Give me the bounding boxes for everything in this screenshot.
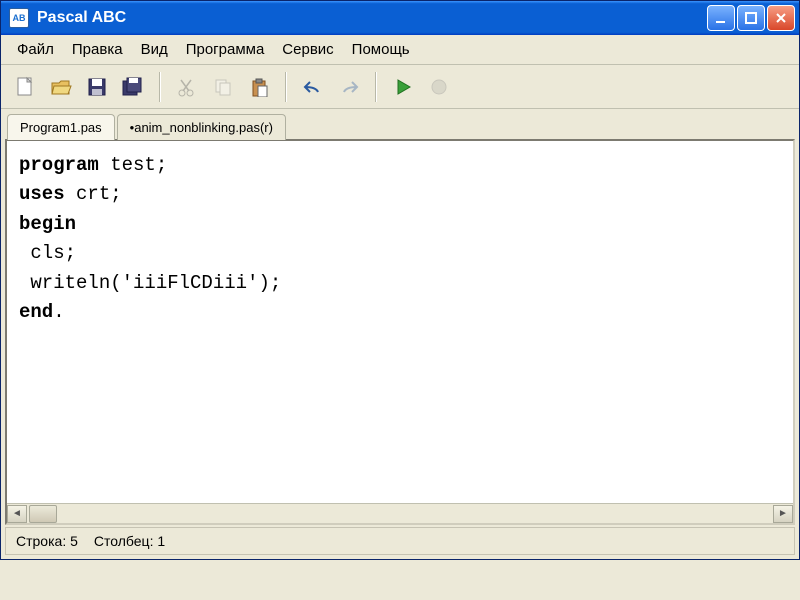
run-icon (394, 78, 412, 96)
save-icon (86, 76, 108, 98)
document-tabs: Program1.pas •anim_nonblinking.pas(r) (1, 109, 799, 139)
status-line-value: 5 (70, 533, 78, 549)
keyword: end (19, 301, 53, 323)
redo-button[interactable] (333, 71, 365, 103)
status-column: Столбец: 1 (94, 533, 165, 549)
paste-icon (249, 77, 269, 97)
window-title: Pascal ABC (37, 9, 707, 27)
menu-view[interactable]: Вид (135, 38, 174, 61)
maximize-button[interactable] (737, 5, 765, 31)
new-file-icon (14, 76, 36, 98)
keyword: uses (19, 183, 65, 205)
code-text: writeln('iiiFlCDiii'); (19, 272, 281, 294)
status-line: Строка: 5 (16, 533, 78, 549)
scroll-right-button[interactable]: ► (773, 505, 793, 523)
app-icon: AB (9, 8, 29, 28)
run-button[interactable] (387, 71, 419, 103)
new-file-button[interactable] (9, 71, 41, 103)
toolbar-separator (285, 72, 287, 102)
undo-button[interactable] (297, 71, 329, 103)
menu-program[interactable]: Программа (180, 38, 271, 61)
save-all-button[interactable] (117, 71, 149, 103)
paste-button[interactable] (243, 71, 275, 103)
menu-file[interactable]: Файл (11, 38, 60, 61)
menu-service[interactable]: Сервис (276, 38, 339, 61)
cut-button[interactable] (171, 71, 203, 103)
code-text: cls; (19, 242, 76, 264)
copy-button[interactable] (207, 71, 239, 103)
toolbar-separator (159, 72, 161, 102)
tab-program1[interactable]: Program1.pas (7, 114, 115, 140)
scroll-thumb[interactable] (29, 505, 57, 523)
save-button[interactable] (81, 71, 113, 103)
window-controls (707, 5, 795, 31)
keyword: begin (19, 213, 76, 235)
copy-icon (213, 77, 233, 97)
save-all-icon (121, 76, 145, 98)
open-icon (50, 76, 72, 98)
statusbar: Строка: 5 Столбец: 1 (5, 527, 795, 555)
code-text: test; (99, 154, 167, 176)
status-line-label: Строка: (16, 533, 66, 549)
scroll-left-button[interactable]: ◄ (7, 505, 27, 523)
stop-icon (430, 78, 448, 96)
application-window: AB Pascal ABC Файл Правка Вид Программа … (0, 0, 800, 560)
horizontal-scrollbar[interactable]: ◄ ► (7, 503, 793, 523)
menu-help[interactable]: Помощь (346, 38, 416, 61)
undo-icon (302, 78, 324, 96)
titlebar: AB Pascal ABC (1, 1, 799, 35)
code-editor[interactable]: program test; uses crt; begin cls; write… (7, 141, 793, 503)
menu-edit[interactable]: Правка (66, 38, 129, 61)
status-col-label: Столбец: (94, 533, 154, 549)
cut-icon (177, 77, 197, 97)
code-text: . (53, 301, 64, 323)
code-text: crt; (65, 183, 122, 205)
toolbar-separator (375, 72, 377, 102)
redo-icon (338, 78, 360, 96)
minimize-button[interactable] (707, 5, 735, 31)
menubar: Файл Правка Вид Программа Сервис Помощь (1, 35, 799, 65)
open-button[interactable] (45, 71, 77, 103)
editor-area: program test; uses crt; begin cls; write… (5, 139, 795, 525)
status-col-value: 1 (157, 533, 165, 549)
stop-button[interactable] (423, 71, 455, 103)
tab-anim-nonblinking[interactable]: •anim_nonblinking.pas(r) (117, 114, 286, 140)
keyword: program (19, 154, 99, 176)
toolbar (1, 65, 799, 109)
close-button[interactable] (767, 5, 795, 31)
